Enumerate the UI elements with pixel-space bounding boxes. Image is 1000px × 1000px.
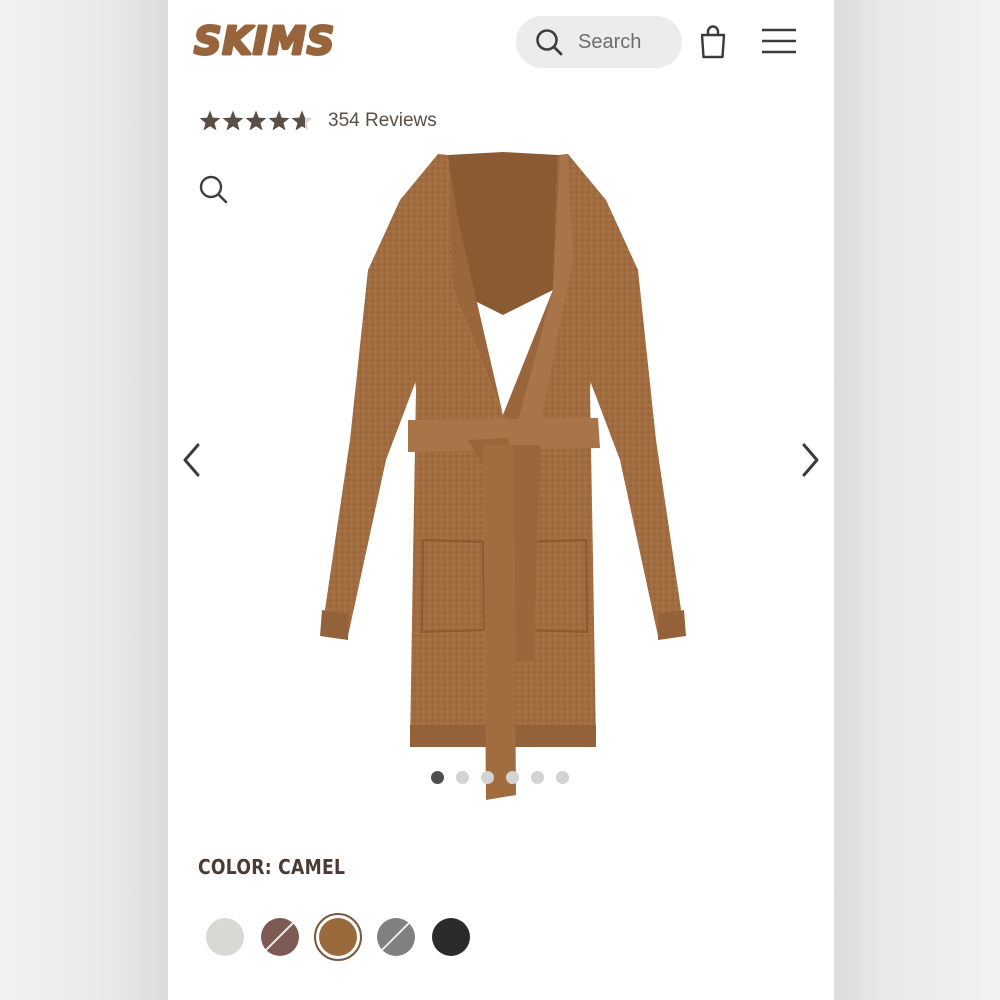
svg-text:SKIMS: SKIMS — [194, 19, 335, 63]
swatch-1[interactable] — [204, 916, 246, 958]
swatch-color — [206, 918, 244, 956]
shopping-bag-icon[interactable] — [698, 24, 728, 60]
search-label: Search — [578, 30, 642, 53]
swatch-camel[interactable] — [314, 913, 362, 961]
swatch-5[interactable] — [430, 916, 472, 958]
swatch-4[interactable] — [375, 916, 417, 958]
swatch-color-unavailable — [377, 918, 415, 956]
background-left — [0, 0, 168, 1000]
chevron-left-icon[interactable] — [178, 440, 208, 480]
carousel-dot[interactable] — [481, 771, 494, 784]
zoom-icon[interactable] — [198, 174, 230, 206]
background-right — [834, 0, 1000, 1000]
carousel-dots — [431, 771, 569, 784]
carousel-dot[interactable] — [531, 771, 544, 784]
search-bar[interactable]: Search — [516, 16, 682, 68]
swatch-color — [319, 918, 357, 956]
carousel-dot[interactable] — [456, 771, 469, 784]
hamburger-menu-icon[interactable] — [760, 26, 798, 56]
swatch-2[interactable] — [259, 916, 301, 958]
color-label: COLOR: CAMEL — [198, 855, 346, 879]
star-rating-icon — [199, 110, 313, 131]
swatch-color-unavailable — [261, 918, 299, 956]
product-image[interactable] — [308, 140, 698, 810]
reviews-link[interactable]: 354 Reviews — [328, 110, 437, 132]
search-icon — [536, 29, 563, 56]
carousel-dot[interactable] — [556, 771, 569, 784]
carousel-dot[interactable] — [431, 771, 444, 784]
product-page: SKIMS Search 354 Reviews COLOR: CAMEL — [168, 0, 834, 1000]
skims-logo[interactable]: SKIMS — [192, 14, 352, 66]
color-swatches — [204, 913, 472, 961]
carousel-dot[interactable] — [506, 771, 519, 784]
swatch-color — [432, 918, 470, 956]
chevron-right-icon[interactable] — [794, 440, 824, 480]
product-rating[interactable]: 354 Reviews — [198, 106, 437, 136]
